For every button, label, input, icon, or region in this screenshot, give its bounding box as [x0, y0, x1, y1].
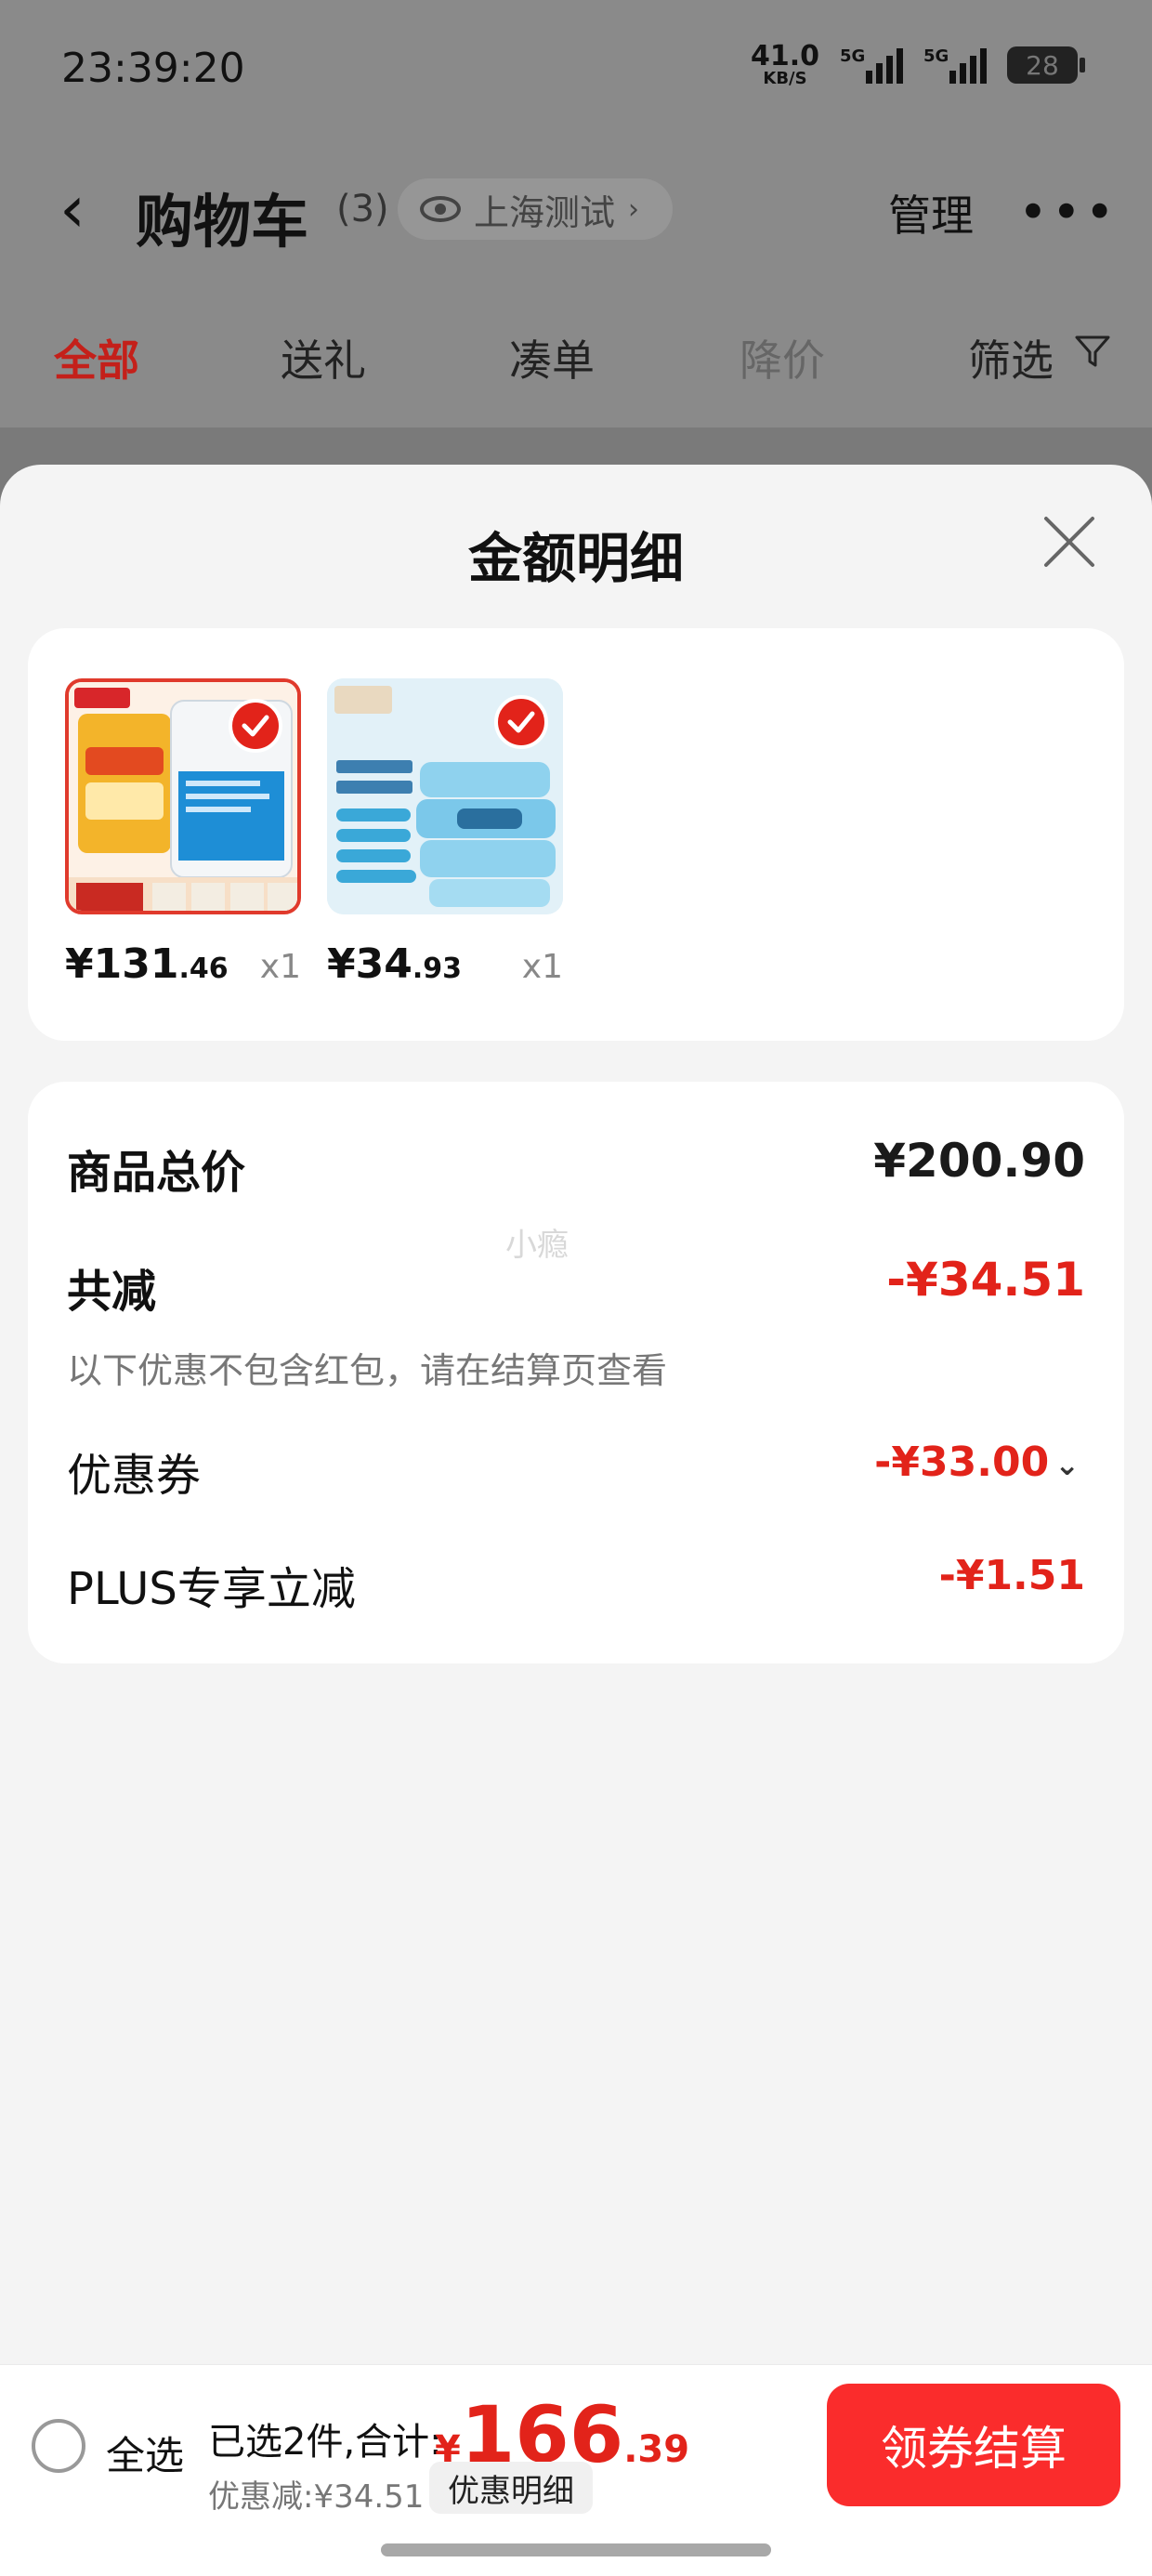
- product-quantity: x1: [259, 948, 301, 986]
- checkout-button[interactable]: 领券结算: [827, 2384, 1120, 2506]
- discount-summary: 优惠减:¥34.51: [208, 2478, 425, 2516]
- network-speed-unit: KB/S: [763, 69, 807, 88]
- coupon-label: 优惠券: [67, 1450, 202, 1502]
- status-bar: 23:39:20 41.0 KB/S 5G 5G 28: [0, 0, 1152, 139]
- plus-discount-label: PLUS专享立减: [67, 1563, 356, 1615]
- checkout-bar: 全选 已选2件,合计: ¥166.39 优惠减:¥34.51 优惠明细 领券结算: [0, 2364, 1152, 2576]
- more-icon[interactable]: •••: [1018, 188, 1119, 238]
- watermark: 小瘾: [505, 1227, 569, 1264]
- tab-gift[interactable]: 送礼: [281, 327, 366, 388]
- price-decimal: .46: [178, 953, 229, 985]
- funnel-icon: [1075, 335, 1110, 367]
- checkmark-icon: [494, 695, 548, 749]
- signal-icon-1: 5G: [840, 46, 903, 84]
- total-price-value: ¥200.90: [873, 1134, 1085, 1188]
- plus-discount-value: -¥1.51: [938, 1552, 1085, 1599]
- coupon-row-value[interactable]: -¥33.00 ⌄: [874, 1439, 1080, 1486]
- selected-summary: 已选2件,合计:: [208, 2421, 442, 2464]
- location-label: 上海测试: [474, 191, 616, 233]
- product-price: ¥34.93: [327, 940, 462, 988]
- coupon-value: -¥33.00: [874, 1439, 1050, 1486]
- product-price: ¥131.46: [65, 940, 229, 988]
- price-decimal: .93: [412, 953, 463, 985]
- product-image-rice: [65, 678, 301, 914]
- total-price-label: 商品总价: [67, 1147, 246, 1199]
- manage-button[interactable]: 管理: [888, 182, 974, 243]
- total-decimal: .39: [623, 2428, 690, 2471]
- back-icon[interactable]: ‹: [59, 177, 85, 242]
- signal-type: 5G: [840, 46, 866, 66]
- product-item[interactable]: ¥131.46 x1: [65, 678, 301, 988]
- home-indicator[interactable]: [381, 2543, 771, 2556]
- page-title: 购物车: [136, 188, 309, 256]
- reduction-label: 共减: [67, 1266, 157, 1318]
- select-all-radio[interactable]: [32, 2419, 85, 2473]
- price-integer: ¥34: [327, 940, 412, 988]
- select-all-label[interactable]: 全选: [106, 2425, 184, 2481]
- price-integer: ¥131: [65, 940, 179, 988]
- discount-detail-button[interactable]: 优惠明细: [429, 2462, 593, 2514]
- checkmark-icon: [229, 699, 282, 753]
- page-header: ‹ 购物车 (3) 上海测试 › 管理 •••: [0, 139, 1152, 279]
- sheet-title: 金额明细: [467, 527, 684, 590]
- reduction-note: 以下优惠不包含红包，请在结算页查看: [67, 1350, 668, 1391]
- filter-button[interactable]: 筛选: [968, 327, 1054, 388]
- cart-count: (3): [336, 188, 389, 230]
- products-card: ¥131.46 x1 ¥34.93 x1: [28, 628, 1124, 1041]
- product-quantity: x1: [521, 948, 563, 986]
- eye-icon: [420, 196, 461, 222]
- signal-icon-2: 5G: [923, 46, 987, 84]
- price-summary-card: 商品总价 ¥200.90 小瘾 共减 -¥34.51 以下优惠不包含红包，请在结…: [28, 1082, 1124, 1663]
- product-image-wipes: [327, 678, 563, 914]
- battery-icon: 28: [1007, 46, 1085, 84]
- amount-detail-sheet: 金额明细 ¥131.46 x1 ¥34.93 x1 商品总价 ¥200.90 小…: [0, 465, 1152, 2576]
- chevron-right-icon: ›: [628, 192, 640, 226]
- chevron-down-icon: ⌄: [1054, 1447, 1080, 1482]
- location-selector[interactable]: 上海测试 ›: [398, 178, 674, 240]
- filter-tabs: 全部 送礼 凑单 降价 筛选: [0, 279, 1152, 427]
- close-icon[interactable]: [1039, 511, 1100, 572]
- status-time: 23:39:20: [61, 45, 245, 92]
- status-indicators: 41.0 KB/S 5G 5G 28: [751, 43, 1085, 87]
- tab-all[interactable]: 全部: [54, 327, 139, 388]
- tab-price-drop[interactable]: 降价: [740, 327, 825, 388]
- product-item[interactable]: ¥34.93 x1: [327, 678, 563, 988]
- reduction-value: -¥34.51: [886, 1253, 1085, 1307]
- tab-bundle[interactable]: 凑单: [509, 327, 595, 388]
- signal-type: 5G: [923, 46, 949, 66]
- network-speed-value: 41.0: [750, 40, 819, 72]
- network-speed: 41.0 KB/S: [751, 43, 819, 87]
